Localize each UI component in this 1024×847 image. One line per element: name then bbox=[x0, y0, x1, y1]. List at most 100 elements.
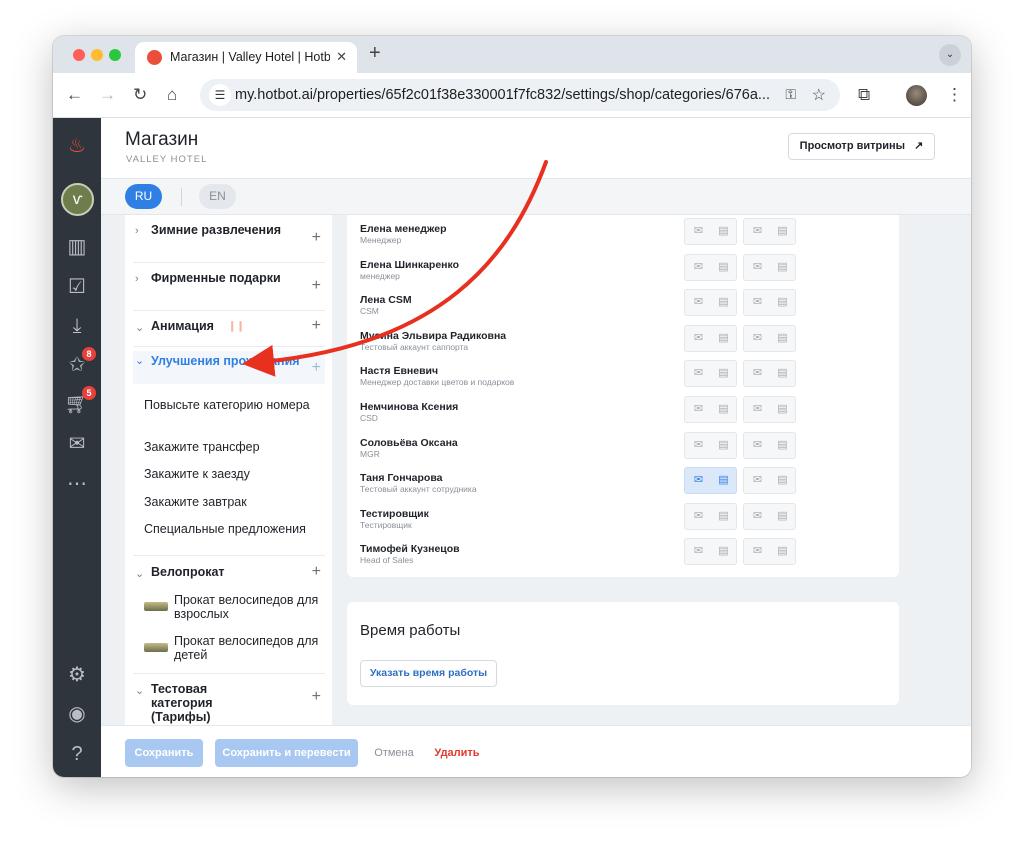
chat-toggle-icon[interactable]: ▤ bbox=[717, 474, 730, 487]
maximize-window-button[interactable] bbox=[109, 49, 121, 61]
help-question-icon[interactable]: ? bbox=[63, 740, 91, 768]
browser-tab-active[interactable]: Магазин | Valley Hotel | Hotbot ✕ bbox=[135, 42, 357, 73]
tab-search-chevron-icon[interactable]: ⌄ bbox=[939, 44, 961, 66]
preview-storefront-button[interactable]: Просмотр витрины ↗ bbox=[788, 133, 935, 160]
chat-toggle-icon[interactable]: ▤ bbox=[717, 439, 730, 452]
category-winter[interactable]: › Зимние развлечения + bbox=[133, 223, 325, 263]
email-toggle-icon[interactable]: ✉ bbox=[751, 225, 764, 238]
product-item[interactable]: Прокат велосипедов для взрослых bbox=[174, 593, 324, 621]
back-arrow-icon[interactable]: ← bbox=[66, 85, 83, 105]
email-toggle-icon[interactable]: ✉ bbox=[692, 367, 705, 380]
category-stay-upgrades[interactable]: ⌄ Улучшения проживания + bbox=[133, 351, 325, 384]
email-toggle-icon[interactable]: ✉ bbox=[692, 439, 705, 452]
home-icon[interactable]: ⌂ bbox=[167, 85, 177, 105]
site-settings-icon[interactable]: ☰ bbox=[209, 84, 231, 106]
product-item[interactable]: Закажите к заезду bbox=[144, 467, 324, 481]
chat-bubble-icon[interactable]: ⋯ bbox=[63, 470, 91, 498]
add-item-icon[interactable]: + bbox=[312, 230, 321, 246]
chat-toggle-icon[interactable]: ▤ bbox=[776, 367, 789, 380]
chat-toggle-icon[interactable]: ▤ bbox=[717, 510, 730, 523]
chevron-down-icon[interactable]: ⌄ bbox=[135, 684, 144, 697]
password-key-icon[interactable]: ⚿ bbox=[785, 86, 796, 103]
chat-toggle-icon[interactable]: ▤ bbox=[776, 510, 789, 523]
chat-toggle-icon[interactable]: ▤ bbox=[717, 261, 730, 274]
tasks-check-icon[interactable]: ☑ bbox=[63, 273, 91, 301]
chat-toggle-icon[interactable]: ▤ bbox=[717, 367, 730, 380]
chat-toggle-icon[interactable]: ▤ bbox=[776, 261, 789, 274]
category-bike-rental[interactable]: ⌄ Велопрокат + bbox=[133, 564, 325, 595]
lang-tab-en[interactable]: EN bbox=[199, 184, 236, 209]
user-profile-icon[interactable]: ◉ bbox=[63, 700, 91, 728]
profile-avatar[interactable] bbox=[906, 85, 927, 106]
product-item[interactable]: Прокат велосипедов для детей bbox=[174, 634, 324, 662]
chat-toggle-icon[interactable]: ▤ bbox=[776, 225, 789, 238]
add-item-icon[interactable]: + bbox=[312, 564, 321, 580]
forward-arrow-icon[interactable]: → bbox=[99, 85, 116, 105]
email-toggle-icon[interactable]: ✉ bbox=[751, 510, 764, 523]
chat-toggle-icon[interactable]: ▤ bbox=[776, 403, 789, 416]
browser-menu-icon[interactable]: ⋮ bbox=[946, 85, 963, 105]
email-toggle-icon[interactable]: ✉ bbox=[692, 545, 705, 558]
email-toggle-icon[interactable]: ✉ bbox=[751, 332, 764, 345]
add-item-icon[interactable]: + bbox=[312, 278, 321, 294]
chevron-down-icon[interactable]: ⌄ bbox=[135, 567, 144, 580]
tab-close-icon[interactable]: ✕ bbox=[336, 49, 347, 65]
product-item[interactable]: Повысьте категорию номера bbox=[144, 398, 324, 412]
product-item[interactable]: Закажите завтрак bbox=[144, 495, 324, 509]
chat-toggle-icon[interactable]: ▤ bbox=[776, 545, 789, 558]
email-toggle-icon[interactable]: ✉ bbox=[692, 332, 705, 345]
category-gifts[interactable]: › Фирменные подарки + bbox=[133, 271, 325, 311]
hotbot-logo-icon[interactable]: ♨ bbox=[63, 132, 91, 160]
chat-toggle-icon[interactable]: ▤ bbox=[717, 332, 730, 345]
chevron-down-icon[interactable]: ⌄ bbox=[135, 321, 144, 334]
save-button[interactable]: Сохранить bbox=[125, 739, 203, 767]
chat-toggle-icon[interactable]: ▤ bbox=[717, 225, 730, 238]
lang-tab-ru[interactable]: RU bbox=[125, 184, 162, 209]
mail-envelope-icon[interactable]: ✉ bbox=[63, 430, 91, 458]
minimize-window-button[interactable] bbox=[91, 49, 103, 61]
chat-toggle-icon[interactable]: ▤ bbox=[776, 296, 789, 309]
cancel-button[interactable]: Отмена bbox=[369, 739, 419, 767]
close-window-button[interactable] bbox=[73, 49, 85, 61]
email-toggle-icon[interactable]: ✉ bbox=[751, 261, 764, 274]
chevron-down-icon[interactable]: ⌄ bbox=[135, 354, 144, 367]
product-item[interactable]: Специальные предложения bbox=[144, 522, 324, 536]
delete-button[interactable]: Удалить bbox=[432, 739, 482, 767]
email-toggle-icon[interactable]: ✉ bbox=[692, 296, 705, 309]
add-item-icon[interactable]: + bbox=[312, 360, 321, 376]
chat-toggle-icon[interactable]: ▤ bbox=[717, 296, 730, 309]
email-toggle-icon[interactable]: ✉ bbox=[751, 296, 764, 309]
reload-icon[interactable]: ↻ bbox=[133, 85, 147, 105]
email-toggle-icon[interactable]: ✉ bbox=[751, 439, 764, 452]
bookmark-star-icon[interactable]: ☆ bbox=[812, 85, 826, 105]
category-test-tariffs[interactable]: ⌄ Тестовая категория (Тарифы) + bbox=[133, 682, 325, 725]
chat-toggle-icon[interactable]: ▤ bbox=[776, 332, 789, 345]
save-and-translate-button[interactable]: Сохранить и перевести bbox=[215, 739, 358, 767]
add-item-icon[interactable]: + bbox=[312, 689, 321, 705]
email-toggle-icon[interactable]: ✉ bbox=[751, 403, 764, 416]
inbox-download-icon[interactable]: ⤓ bbox=[63, 312, 91, 340]
new-tab-icon[interactable]: + bbox=[369, 43, 381, 63]
email-toggle-icon[interactable]: ✉ bbox=[751, 367, 764, 380]
email-toggle-icon[interactable]: ✉ bbox=[751, 474, 764, 487]
chevron-right-icon[interactable]: › bbox=[135, 225, 139, 237]
chat-toggle-icon[interactable]: ▤ bbox=[776, 439, 789, 452]
add-item-icon[interactable]: + bbox=[312, 318, 321, 334]
address-bar[interactable]: ☰ my.hotbot.ai/properties/65f2c01f38e330… bbox=[200, 79, 840, 111]
email-toggle-icon[interactable]: ✉ bbox=[751, 545, 764, 558]
chat-toggle-icon[interactable]: ▤ bbox=[776, 474, 789, 487]
email-toggle-icon[interactable]: ✉ bbox=[692, 474, 705, 487]
settings-gear-icon[interactable]: ⚙ bbox=[63, 661, 91, 689]
chat-toggle-icon[interactable]: ▤ bbox=[717, 545, 730, 558]
set-working-hours-button[interactable]: Указать время работы bbox=[360, 660, 497, 687]
email-toggle-icon[interactable]: ✉ bbox=[692, 510, 705, 523]
chat-toggle-icon[interactable]: ▤ bbox=[717, 403, 730, 416]
category-animation[interactable]: ⌄ Анимация ❙❙ + bbox=[133, 318, 325, 347]
analytics-chart-icon[interactable]: ▥ bbox=[63, 233, 91, 261]
hotel-logo-avatar[interactable]: ⱱ bbox=[61, 183, 94, 216]
email-toggle-icon[interactable]: ✉ bbox=[692, 403, 705, 416]
extensions-puzzle-icon[interactable]: ⧉ bbox=[858, 85, 870, 105]
product-item[interactable]: Закажите трансфер bbox=[144, 440, 324, 454]
email-toggle-icon[interactable]: ✉ bbox=[692, 261, 705, 274]
email-toggle-icon[interactable]: ✉ bbox=[692, 225, 705, 238]
